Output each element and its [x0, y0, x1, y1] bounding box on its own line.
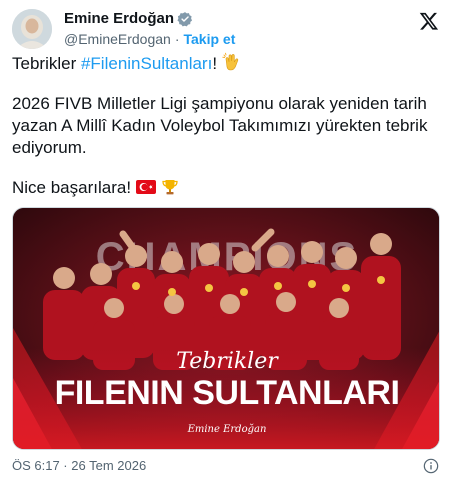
poster-title: Filenin Sultanları — [55, 374, 400, 412]
verified-badge-icon — [177, 12, 193, 27]
author-handle[interactable]: @EmineErdogan — [64, 30, 171, 48]
tweet-timestamp[interactable]: ÖS 6:17 · 26 Tem 2026 — [12, 458, 146, 473]
poster-subtitle: Tebrikler — [176, 349, 279, 374]
poster-signature: Emine Erdoğan — [187, 424, 267, 435]
author-name[interactable]: Emine Erdoğan — [64, 10, 174, 28]
info-icon[interactable] — [423, 458, 439, 474]
tweet-paragraph-3: Nice başarılara! — [12, 178, 132, 197]
author-info: Emine Erdoğan @EmineErdogan · Takip et — [64, 10, 235, 48]
x-logo-icon[interactable] — [419, 11, 439, 31]
tweet-header: Emine Erdoğan @EmineErdogan · Takip et — [12, 9, 439, 49]
tweet-text: Tebrikler #FileninSultanları! 2026 FIVB … — [12, 52, 442, 217]
trophy-icon — [161, 180, 178, 195]
tweet-line-3: Nice başarılara! — [12, 177, 442, 199]
tweet-media-image[interactable]: CHAMPIONS Tebrikler FILENIN SULTANLARI E… — [12, 207, 440, 450]
tweet-line-1: Tebrikler #FileninSultanları! — [12, 52, 442, 75]
tweet-line-1-suffix: ! — [212, 54, 218, 73]
tweet-line-1-prefix: Tebrikler — [12, 54, 81, 73]
hashtag-link[interactable]: #FileninSultanları — [81, 54, 212, 73]
tweet-paragraph-2: 2026 FIVB Milletler Ligi şampiyonu olara… — [12, 94, 428, 157]
tweet-footer: ÖS 6:17 · 26 Tem 2026 — [12, 458, 439, 474]
follow-button[interactable]: Takip et — [184, 30, 236, 48]
clapping-hands-icon — [222, 52, 238, 71]
separator-dot: · — [174, 31, 180, 47]
tweet-card: Emine Erdoğan @EmineErdogan · Takip et T… — [0, 0, 451, 481]
avatar[interactable] — [12, 9, 52, 49]
turkey-flag-icon — [135, 180, 156, 194]
champions-poster: CHAMPIONS Tebrikler Filenin Sultanları E… — [13, 208, 439, 449]
